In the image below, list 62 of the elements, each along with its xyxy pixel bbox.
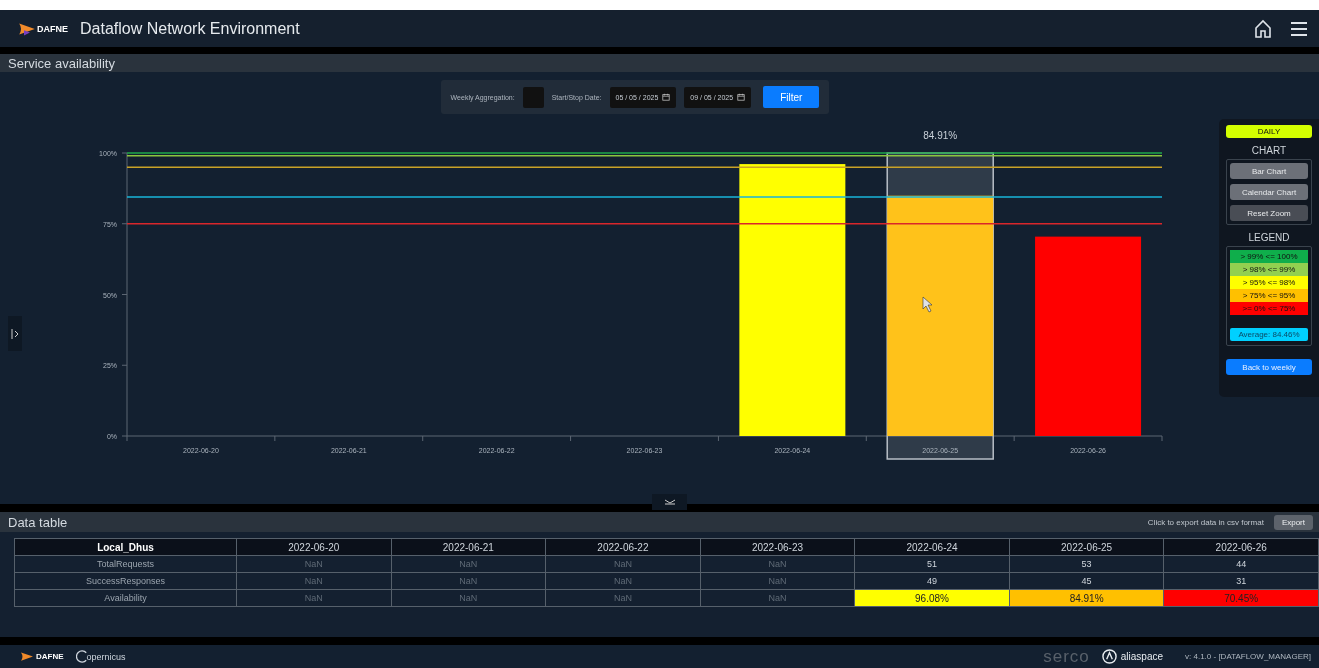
logo-text: DAFNE (37, 23, 68, 34)
calendar-icon[interactable] (662, 93, 671, 101)
table-cell: NaN (700, 555, 855, 573)
panel-title: CHART (1251, 145, 1287, 156)
cursor-icon (922, 296, 933, 313)
table-cell: NaN (700, 589, 855, 607)
table-cell: NaN (391, 572, 546, 590)
section-title: Data table (8, 514, 68, 530)
table-cell: 53 (1009, 555, 1164, 573)
row-header: SuccessResponses (14, 572, 237, 590)
average-badge: Average: 84.46% (1230, 328, 1308, 341)
column-header: 2022-06-23 (700, 538, 855, 556)
legend-item: > 75% <= 95% (1230, 289, 1308, 302)
home-icon[interactable] (1253, 18, 1273, 39)
table-cell: 44 (1163, 555, 1319, 573)
column-header: 2022-06-25 (1009, 538, 1164, 556)
mode-badge: DAILY (1226, 125, 1312, 138)
expand-handle[interactable] (8, 316, 22, 351)
table-cell: 51 (854, 555, 1010, 573)
column-header: Local_Dhus (14, 538, 237, 556)
table-cell: 31 (1163, 572, 1319, 590)
table-cell: 49 (854, 572, 1010, 590)
chart-button[interactable]: Bar Chart (1230, 163, 1308, 179)
chart-button[interactable]: Calendar Chart (1230, 184, 1308, 200)
aliaspace-logo: aliaspace (1101, 649, 1164, 664)
section-title: Service availability (8, 55, 115, 71)
chart-button[interactable]: Reset Zoom (1230, 205, 1308, 221)
back-button[interactable]: Back to weekly (1226, 359, 1312, 375)
table-cell: NaN (236, 589, 392, 607)
column-header: 2022-06-22 (545, 538, 701, 556)
table-cell: NaN (545, 589, 701, 607)
table-cell: 45 (1009, 572, 1164, 590)
table-cell: NaN (545, 555, 701, 573)
table-cell: NaN (545, 572, 701, 590)
filter-button[interactable]: Filter (763, 86, 820, 108)
column-header: 2022-06-26 (1163, 538, 1319, 556)
legend-item: >= 0% <= 75% (1230, 302, 1308, 315)
panel-title: LEGEND (1248, 232, 1290, 243)
calendar-icon[interactable] (737, 93, 746, 101)
checkbox[interactable] (522, 86, 544, 108)
table-cell: NaN (391, 555, 546, 573)
table-cell: NaN (391, 589, 546, 607)
export-hint: Click to export data in csv format (1147, 517, 1264, 527)
footer-logo: DAFNE (20, 651, 64, 662)
row-header: Availability (14, 589, 237, 607)
export-button[interactable]: Export (1273, 514, 1313, 530)
legend-item: > 95% <= 98% (1230, 276, 1308, 289)
table-cell: NaN (236, 555, 392, 573)
column-header: 2022-06-21 (391, 538, 546, 556)
table-cell: NaN (236, 572, 392, 590)
value-label: 84.91% (923, 130, 958, 141)
column-header: 2022-06-24 (854, 538, 1010, 556)
collapse-handle[interactable] (652, 494, 687, 510)
row-header: TotalRequests (14, 555, 237, 573)
serco-logo: serco (1043, 646, 1090, 667)
legend-item: > 98% <= 99% (1230, 263, 1308, 276)
table-cell: NaN (700, 572, 855, 590)
app-title: Dataflow Network Environment (80, 19, 300, 38)
version-label: v: 4.1.0 - [DATAFLOW_MANAGER] (1185, 652, 1311, 661)
column-header: 2022-06-20 (236, 538, 392, 556)
copernicus-logo: opernicus (75, 650, 126, 663)
legend-item: > 99% <= 100% (1230, 250, 1308, 263)
